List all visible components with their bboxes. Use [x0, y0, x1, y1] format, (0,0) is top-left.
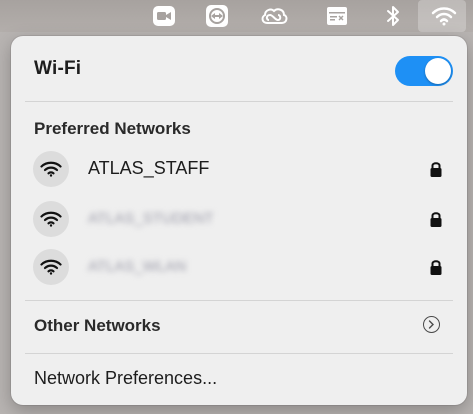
divider: [25, 101, 453, 102]
network-preferences-item[interactable]: Network Preferences...: [11, 362, 467, 396]
wifi-signal-icon: [33, 201, 69, 237]
other-networks-label: Other Networks: [34, 316, 161, 335]
wifi-signal-icon: [33, 249, 69, 285]
bluetooth-icon[interactable]: [381, 4, 405, 28]
menu-bar: [0, 0, 473, 32]
network-name-obscured: ATLAS_STUDENT: [88, 210, 214, 227]
lock-icon: [430, 260, 442, 275]
video-camera-icon[interactable]: [152, 4, 176, 28]
lock-icon: [430, 212, 442, 227]
network-preferences-label: Network Preferences...: [34, 368, 218, 388]
network-name-obscured: ATLAS_WLAN: [88, 258, 187, 275]
wifi-header-row: Wi-Fi: [11, 52, 467, 88]
wifi-signal-icon: [33, 151, 69, 187]
divider: [25, 353, 453, 354]
network-row[interactable]: ATLAS_STAFF: [11, 146, 467, 188]
divider: [25, 300, 453, 301]
wifi-toggle[interactable]: [395, 56, 453, 86]
teamviewer-icon[interactable]: [205, 4, 229, 28]
wifi-menu-panel: Wi-Fi Preferred Networks ATLAS_STAFF ATL…: [11, 36, 467, 405]
toggle-knob: [425, 58, 451, 84]
preferred-networks-header: Preferred Networks: [34, 119, 191, 138]
wifi-title: Wi-Fi: [34, 58, 82, 79]
network-name: ATLAS_STAFF: [88, 158, 210, 178]
keyboard-input-icon[interactable]: [325, 4, 349, 28]
network-row[interactable]: ATLAS_STUDENT: [11, 196, 467, 238]
network-row[interactable]: ATLAS_WLAN: [11, 244, 467, 286]
chevron-right-icon: [423, 316, 440, 333]
other-networks-row[interactable]: Other Networks: [11, 308, 467, 344]
creative-cloud-icon[interactable]: [260, 4, 288, 28]
wifi-icon[interactable]: [430, 4, 458, 28]
lock-icon: [430, 162, 442, 177]
